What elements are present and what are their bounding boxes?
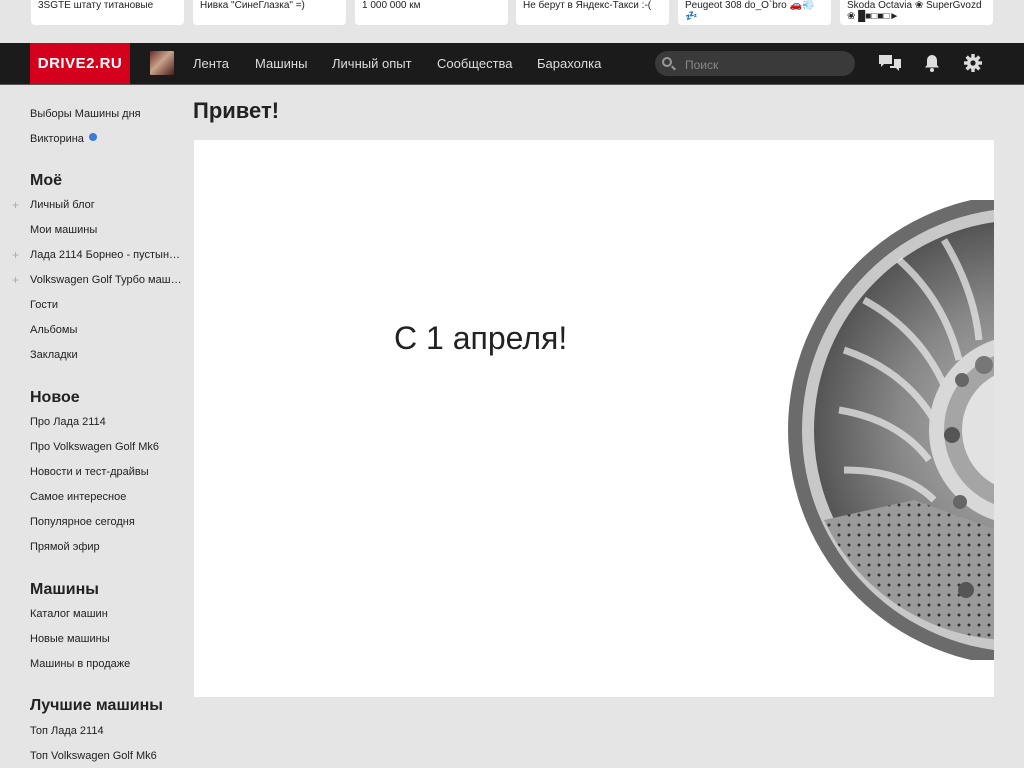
sidebar-item-my-cars[interactable]: Мои машины (30, 224, 185, 236)
sidebar-item-popular[interactable]: Популярное сегодня (30, 516, 185, 528)
left-sidebar: Выборы Машины дня Викторина Моё + Личный… (0, 84, 190, 768)
nav-link-experience[interactable]: Личный опыт (332, 43, 412, 84)
plus-icon[interactable]: + (12, 199, 19, 211)
sidebar-item-for-sale[interactable]: Машины в продаже (30, 658, 185, 670)
ticker-item-text: Skoda Octavia ❀ SuperGvozd ❀ █■□■□► (847, 0, 982, 22)
ticker-item-text: 1 000 000 км (362, 0, 421, 11)
nav-link-market[interactable]: Барахолка (537, 43, 601, 84)
sidebar-item-catalog[interactable]: Каталог машин (30, 608, 185, 620)
card-text: С 1 апреля! (394, 320, 568, 356)
top-ticker: 3SGTE штату титановые Нивка "СинеГлазка"… (0, 0, 1024, 43)
sidebar-item-about-golf[interactable]: Про Volkswagen Golf Mk6 (30, 441, 185, 453)
sidebar-item-new-cars[interactable]: Новые машины (30, 633, 185, 645)
ticker-item-text: Peugeot 308 do_O`bro 🚗💨 💤 (685, 0, 815, 22)
drive2-logo[interactable]: DRIVE2.RU (30, 43, 130, 84)
sidebar-section-title: Моё (30, 172, 62, 189)
sidebar-item-car-of-day[interactable]: Выборы Машины дня (30, 108, 185, 120)
ticker-item[interactable]: Нивка "СинеГлазка" =) (193, 0, 346, 25)
sidebar-item-label: Викторина (30, 133, 84, 145)
nav-link-cars[interactable]: Машины (255, 43, 307, 84)
user-avatar[interactable] (150, 51, 174, 75)
ticker-item-text: 3SGTE штату титановые (38, 0, 154, 11)
ticker-item[interactable]: Peugeot 308 do_O`bro 🚗💨 💤 (678, 0, 831, 25)
sidebar-item-top-lada[interactable]: Топ Лада 2114 (30, 725, 185, 737)
bell-icon[interactable] (922, 53, 944, 73)
nav-link-communities[interactable]: Сообщества (437, 43, 513, 84)
sidebar-item-guests[interactable]: Гости (30, 299, 185, 311)
ticker-item[interactable]: 3SGTE штату титановые (31, 0, 184, 25)
sidebar-item-car-golf[interactable]: Volkswagen Golf Турбо машина (30, 274, 185, 286)
page-title: Привет! (193, 98, 280, 123)
sidebar-item-albums[interactable]: Альбомы (30, 324, 185, 336)
sidebar-item-blog[interactable]: Личный блог (30, 199, 185, 211)
search-icon (662, 57, 672, 67)
ticker-item[interactable]: Не берут в Яндекс-Такси :-( (516, 0, 669, 25)
ticker-item[interactable]: 1 000 000 км (355, 0, 508, 25)
plus-icon[interactable]: + (12, 274, 19, 286)
top-navbar: DRIVE2.RU Лента Машины Личный опыт Сообщ… (0, 43, 1024, 85)
sidebar-item-quiz[interactable]: Викторина (30, 133, 185, 145)
april-fools-card[interactable]: С 1 апреля! (194, 140, 994, 697)
notification-dot (88, 133, 97, 141)
sidebar-item-interesting[interactable]: Самое интересное (30, 491, 185, 503)
sidebar-section-title: Лучшие машины (30, 697, 163, 714)
messages-icon[interactable] (878, 53, 901, 73)
sidebar-item-top-golf[interactable]: Топ Volkswagen Golf Mk6 (30, 750, 185, 762)
sidebar-item-live[interactable]: Прямой эфир (30, 541, 185, 553)
sidebar-item-car-lada[interactable]: Лада 2114 Борнео - пустынная кошка (30, 249, 185, 261)
sidebar-item-about-lada[interactable]: Про Лада 2114 (30, 416, 185, 428)
sidebar-section-title: Машины (30, 581, 99, 598)
sidebar-item-news[interactable]: Новости и тест-драйвы (30, 466, 185, 478)
gear-icon[interactable] (963, 53, 985, 73)
nav-link-feed[interactable]: Лента (193, 43, 229, 84)
search-input[interactable] (683, 51, 852, 78)
sidebar-item-bookmarks[interactable]: Закладки (30, 349, 185, 361)
search-box (655, 51, 855, 78)
ticker-item[interactable]: Skoda Octavia ❀ SuperGvozd ❀ █■□■□► (840, 0, 993, 25)
ticker-item-text: Не берут в Яндекс-Такси :-( (523, 0, 652, 11)
sidebar-section-title: Новое (30, 389, 80, 406)
plus-icon[interactable]: + (12, 249, 19, 261)
brake-disc-image (788, 200, 994, 660)
ticker-item-text: Нивка "СинеГлазка" =) (200, 0, 305, 11)
